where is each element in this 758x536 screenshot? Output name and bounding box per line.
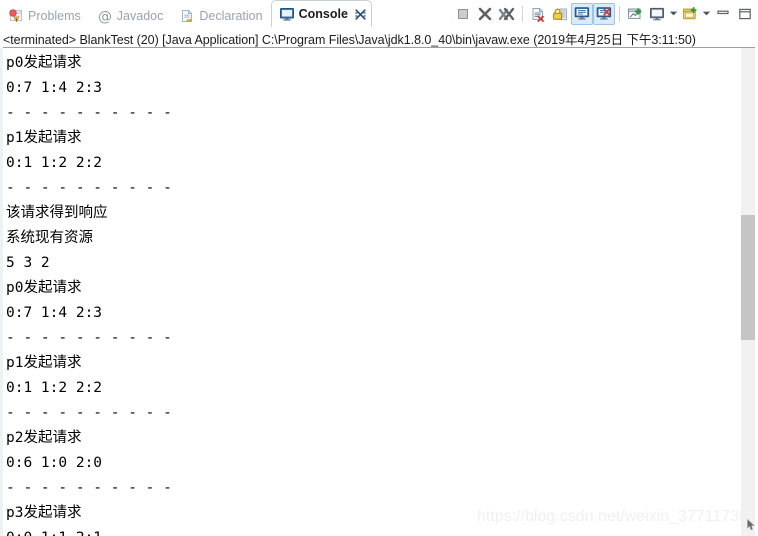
console-output-line: p1发起请求 <box>6 130 82 146</box>
remove-all-launches-button[interactable] <box>496 3 518 25</box>
tab-strip: Problems @ Javadoc Declaration Console <box>0 0 372 27</box>
console-output-line: 5 3 2 <box>6 255 50 271</box>
separator-2 <box>619 5 620 22</box>
console-output-line: 0:1 1:2 2:2 <box>6 380 103 396</box>
display-selected-console-button[interactable] <box>646 3 668 25</box>
tab-console-label: Console <box>298 6 348 21</box>
console-output-line: p3发起请求 <box>6 505 82 521</box>
tab-declaration[interactable]: Declaration <box>171 4 272 27</box>
console-output-line: - - - - - - - - - - <box>6 180 172 196</box>
console-output-line: p1发起请求 <box>6 355 82 371</box>
console-status-line: <terminated> BlankTest (20) [Java Applic… <box>3 33 696 47</box>
show-console-on-output-button[interactable] <box>571 2 593 25</box>
console-output-line: p2发起请求 <box>6 430 82 446</box>
tab-problems[interactable]: Problems <box>0 4 90 27</box>
terminate-button[interactable] <box>452 3 474 25</box>
console-output-line: - - - - - - - - - - <box>6 105 172 121</box>
console-output-line: - - - - - - - - - - <box>6 480 172 496</box>
minimize-button[interactable] <box>712 3 734 25</box>
console-toolbar <box>452 2 756 25</box>
tab-javadoc-label: Javadoc <box>116 8 164 23</box>
console-output-line: 0:0 1:1 2:1 <box>6 526 734 536</box>
console-output-line: p0发起请求 <box>6 55 82 71</box>
maximize-button[interactable] <box>734 3 756 25</box>
tab-console[interactable]: Console <box>270 0 372 27</box>
remove-launch-button[interactable] <box>474 3 496 25</box>
console-icon <box>279 6 295 22</box>
show-console-on-error-button[interactable] <box>593 2 615 25</box>
open-console-button[interactable] <box>679 3 701 25</box>
pin-console-button[interactable] <box>624 3 646 25</box>
console-output-line: 0:7 1:4 2:3 <box>6 305 103 321</box>
tab-problems-label: Problems <box>28 8 81 23</box>
tab-declaration-label: Declaration <box>199 8 263 23</box>
console-output-line: p0发起请求 <box>6 280 82 296</box>
console-output-line: 0:7 1:4 2:3 <box>6 80 103 96</box>
console-output-line: - - - - - - - - - - <box>6 405 172 421</box>
problems-icon <box>8 8 24 24</box>
chevron-down-icon-open-console[interactable] <box>701 3 712 25</box>
console-output[interactable]: p0发起请求 0:7 1:4 2:3 - - - - - - - - - - p1发起… <box>6 51 734 536</box>
chevron-down-icon-display-console[interactable] <box>668 3 679 25</box>
scroll-lock-button[interactable] <box>549 3 571 25</box>
svg-text:@: @ <box>98 9 112 24</box>
clear-console-button[interactable] <box>527 3 549 25</box>
divider <box>3 47 755 48</box>
console-view: <terminated> BlankTest (20) [Java Applic… <box>0 27 758 536</box>
console-output-line: 系统现有资源 <box>6 230 93 246</box>
console-output-line: 0:1 1:2 2:2 <box>6 155 103 171</box>
vertical-scrollbar-thumb[interactable] <box>741 215 755 340</box>
javadoc-icon: @ <box>97 8 113 25</box>
console-output-line: 该请求得到响应 <box>6 205 108 221</box>
console-output-line: - - - - - - - - - - <box>6 330 172 346</box>
declaration-icon <box>179 8 195 24</box>
tab-javadoc[interactable]: @ Javadoc <box>88 4 173 27</box>
console-output-line: 0:6 1:0 2:0 <box>6 455 103 471</box>
close-icon[interactable] <box>355 8 366 20</box>
separator-1 <box>522 5 523 22</box>
console-left-gutter <box>0 48 3 536</box>
